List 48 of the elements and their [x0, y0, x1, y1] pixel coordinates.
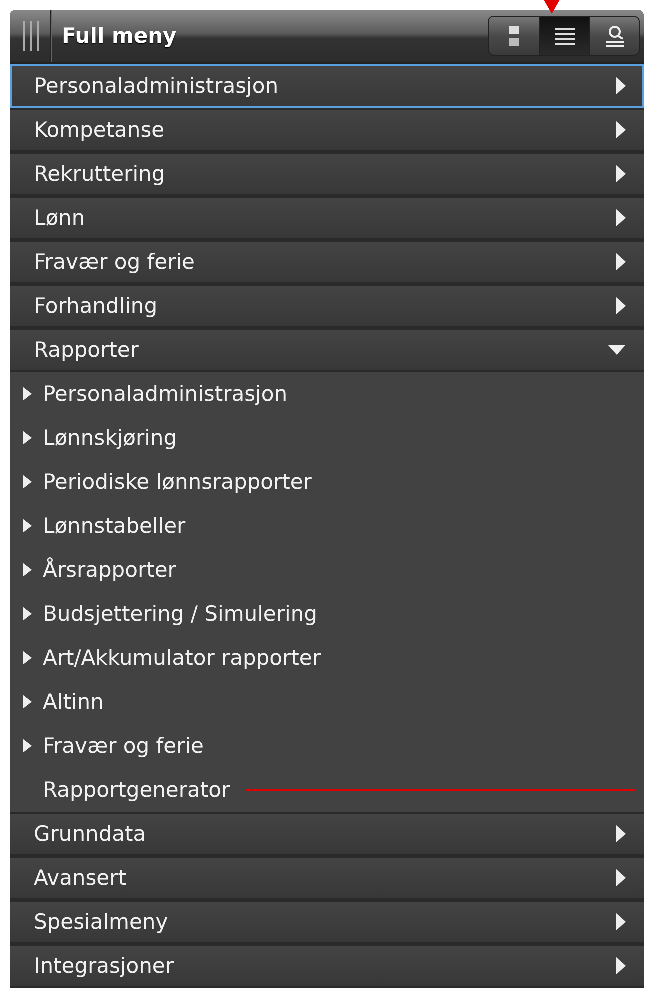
menu-item[interactable]: Avansert: [10, 856, 644, 900]
menu-item[interactable]: Lønn: [10, 196, 644, 240]
submenu-item[interactable]: Altinn: [10, 680, 644, 724]
submenu-item[interactable]: Årsrapporter: [10, 548, 644, 592]
caret-down-icon: [608, 345, 626, 355]
caret-right-icon: [616, 165, 626, 183]
annotation-arrow: [544, 0, 560, 16]
view-button[interactable]: [589, 17, 639, 55]
caret-right-icon: [616, 77, 626, 95]
menu-item[interactable]: Rapporter: [10, 328, 644, 372]
caret-right-icon: [22, 607, 33, 621]
caret-right-icon: [616, 913, 626, 931]
caret-right-icon: [616, 253, 626, 271]
caret-right-icon: [616, 957, 626, 975]
panel-title: Full meny: [62, 24, 178, 48]
caret-right-icon: [22, 431, 33, 445]
view-button[interactable]: [489, 17, 539, 55]
list-icon: [552, 26, 576, 46]
menu-item[interactable]: Kompetanse: [10, 108, 644, 152]
caret-right-icon: [22, 563, 33, 577]
submenu-item[interactable]: Personaladministrasjon: [10, 372, 644, 416]
caret-right-icon: [22, 387, 33, 401]
menu-item[interactable]: Integrasjoner: [10, 944, 644, 988]
submenu-item[interactable]: Art/Akkumulator rapporter: [10, 636, 644, 680]
menu-item[interactable]: Fravær og ferie: [10, 240, 644, 284]
caret-right-icon: [22, 519, 33, 533]
submenu-item[interactable]: Budsjettering / Simulering: [10, 592, 644, 636]
caret-right-icon: [22, 475, 33, 489]
caret-right-icon: [22, 695, 33, 709]
menu-item[interactable]: Spesialmeny: [10, 900, 644, 944]
submenu-item[interactable]: Lønnskjøring: [10, 416, 644, 460]
caret-right-icon: [616, 297, 626, 315]
menu-item[interactable]: Forhandling: [10, 284, 644, 328]
caret-right-icon: [22, 739, 33, 753]
caret-right-icon: [22, 651, 33, 665]
menu-item[interactable]: Rekruttering: [10, 152, 644, 196]
caret-right-icon: [616, 209, 626, 227]
submenu-item[interactable]: Lønnstabeller: [10, 504, 644, 548]
submenu-item[interactable]: Rapportgenerator: [10, 768, 644, 812]
tiles-icon: [507, 24, 521, 48]
caret-right-icon: [616, 121, 626, 139]
caret-right-icon: [616, 869, 626, 887]
menu-item[interactable]: Grunndata: [10, 812, 644, 856]
view-button[interactable]: [539, 17, 589, 55]
menu-item[interactable]: Personaladministrasjon: [10, 64, 644, 108]
submenu-item[interactable]: Fravær og ferie: [10, 724, 644, 768]
submenu-item[interactable]: Periodiske lønnsrapporter: [10, 460, 644, 504]
caret-right-icon: [616, 825, 626, 843]
